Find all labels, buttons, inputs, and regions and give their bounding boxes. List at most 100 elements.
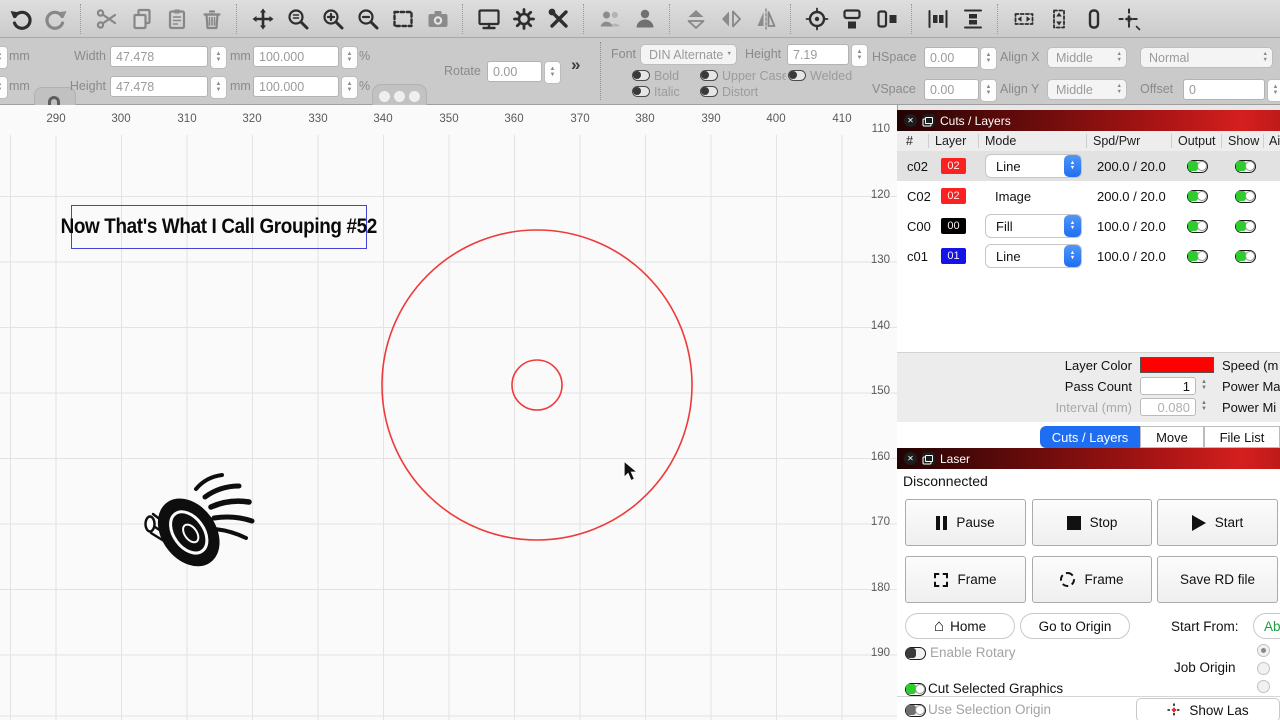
float-window-icon[interactable]: [922, 114, 935, 127]
rotate-input[interactable]: [487, 61, 542, 82]
workspace-canvas[interactable]: 290 300 310 320 330 340 350 360 370 380 …: [0, 105, 897, 720]
float-window-icon[interactable]: [922, 452, 935, 465]
toolbar-overflow-chevron[interactable]: »: [571, 55, 580, 75]
hspace-stepper[interactable]: [980, 47, 997, 70]
resize-height-icon[interactable]: [1044, 4, 1073, 34]
pass-count-input[interactable]: [1140, 377, 1196, 395]
mirror-across-line-icon[interactable]: [751, 4, 780, 34]
align-y-select[interactable]: Middle: [1047, 79, 1127, 100]
offset-stepper[interactable]: [1267, 79, 1280, 102]
cut-selected-toggle[interactable]: [905, 683, 926, 696]
cut-icon[interactable]: [92, 4, 121, 34]
italic-toggle[interactable]: [632, 86, 650, 97]
layer-color-badge[interactable]: 01: [941, 248, 966, 264]
show-toggle[interactable]: [1235, 220, 1256, 233]
distribute-vertical-icon[interactable]: [958, 4, 987, 34]
center-selection-icon[interactable]: [802, 4, 831, 34]
mode-select[interactable]: Line: [985, 154, 1082, 178]
start-button[interactable]: Start: [1157, 499, 1278, 546]
zoom-out-icon[interactable]: [353, 4, 382, 34]
layer-row[interactable]: C00 00 Fill 100.0 / 20.0: [897, 211, 1280, 241]
copy-icon[interactable]: [127, 4, 156, 34]
monitor-icon[interactable]: [474, 4, 503, 34]
show-toggle[interactable]: [1235, 160, 1256, 173]
layer-row[interactable]: c02 02 Line 200.0 / 20.0: [897, 151, 1280, 181]
flip-horizontal-icon[interactable]: [716, 4, 745, 34]
show-toggle[interactable]: [1235, 190, 1256, 203]
weld-mode-select[interactable]: Normal: [1140, 47, 1273, 68]
close-icon[interactable]: [904, 452, 917, 465]
interval-input[interactable]: [1140, 398, 1196, 416]
x-position-stepper[interactable]: [0, 46, 8, 69]
distort-toggle[interactable]: [700, 86, 718, 97]
paste-icon[interactable]: [162, 4, 191, 34]
camera-icon[interactable]: [423, 4, 452, 34]
layer-row[interactable]: c01 01 Line 100.0 / 20.0: [897, 241, 1280, 271]
height-stepper[interactable]: [210, 76, 227, 99]
width-percent-input[interactable]: [253, 46, 339, 67]
job-origin-radio[interactable]: [1257, 644, 1270, 657]
layer-color-badge[interactable]: 00: [941, 218, 966, 234]
pass-count-stepper[interactable]: [1198, 377, 1210, 395]
close-icon[interactable]: [904, 114, 917, 127]
height-percent-input[interactable]: [253, 76, 339, 97]
move-to-position-icon[interactable]: [1114, 4, 1143, 34]
upper-case-toggle[interactable]: [700, 70, 718, 81]
redo-icon[interactable]: [41, 4, 70, 34]
layer-color-badge[interactable]: 02: [941, 158, 966, 174]
welded-toggle[interactable]: [788, 70, 806, 81]
undo-icon[interactable]: [6, 4, 35, 34]
tab-move[interactable]: Move: [1140, 426, 1204, 448]
font-height-stepper[interactable]: [851, 44, 868, 67]
output-toggle[interactable]: [1187, 160, 1208, 173]
height-input[interactable]: [110, 76, 208, 97]
align-x-select[interactable]: Middle: [1047, 47, 1127, 68]
layer-row[interactable]: C02 02 Image 200.0 / 20.0: [897, 181, 1280, 211]
align-objects-a-icon[interactable]: [837, 4, 866, 34]
align-objects-b-icon[interactable]: [872, 4, 901, 34]
job-origin-radio[interactable]: [1257, 680, 1270, 693]
vspace-input[interactable]: [924, 79, 979, 100]
rotate-stepper[interactable]: [544, 61, 561, 84]
device-settings-icon[interactable]: [509, 4, 538, 34]
enable-rotary-toggle[interactable]: [905, 647, 926, 660]
use-selection-origin-toggle[interactable]: [905, 704, 926, 717]
pause-button[interactable]: Pause: [905, 499, 1026, 546]
show-last-position-button[interactable]: Show Las: [1136, 698, 1280, 720]
delete-icon[interactable]: [197, 4, 226, 34]
user-icon[interactable]: [630, 4, 659, 34]
distribute-horizontal-icon[interactable]: [923, 4, 952, 34]
width-stepper[interactable]: [210, 46, 227, 69]
offset-input[interactable]: [1183, 79, 1265, 100]
tab-file-list[interactable]: File List: [1204, 426, 1280, 448]
output-toggle[interactable]: [1187, 250, 1208, 263]
job-origin-radio[interactable]: [1257, 662, 1270, 675]
height-percent-stepper[interactable]: [341, 76, 358, 99]
width-input[interactable]: [110, 46, 208, 67]
start-from-select[interactable]: Abs: [1253, 613, 1280, 639]
tab-cuts-layers[interactable]: Cuts / Layers: [1040, 426, 1140, 448]
font-select[interactable]: DIN Alternate: [640, 44, 737, 65]
font-height-input[interactable]: [787, 44, 849, 65]
flip-vertical-icon[interactable]: [681, 4, 710, 34]
y-position-stepper[interactable]: [0, 76, 8, 99]
save-rd-file-button[interactable]: Save RD file: [1157, 556, 1278, 603]
goto-origin-button[interactable]: Go to Origin: [1020, 613, 1130, 639]
team-icon[interactable]: [595, 4, 624, 34]
mode-select[interactable]: Line: [985, 244, 1082, 268]
hspace-input[interactable]: [924, 47, 979, 68]
bold-toggle[interactable]: [632, 70, 650, 81]
tools-icon[interactable]: [544, 4, 573, 34]
vspace-stepper[interactable]: [980, 79, 997, 102]
frame-circle-button[interactable]: Frame: [1032, 556, 1152, 603]
layer-color-badge[interactable]: 02: [941, 188, 966, 204]
interval-stepper[interactable]: [1198, 398, 1210, 416]
resize-width-icon[interactable]: [1009, 4, 1038, 34]
pan-icon[interactable]: [248, 4, 277, 34]
zoom-to-page-icon[interactable]: [283, 4, 312, 34]
width-percent-stepper[interactable]: [341, 46, 358, 69]
select-rectangle-icon[interactable]: [388, 4, 417, 34]
frame-rect-button[interactable]: Frame: [905, 556, 1026, 603]
output-toggle[interactable]: [1187, 220, 1208, 233]
show-toggle[interactable]: [1235, 250, 1256, 263]
